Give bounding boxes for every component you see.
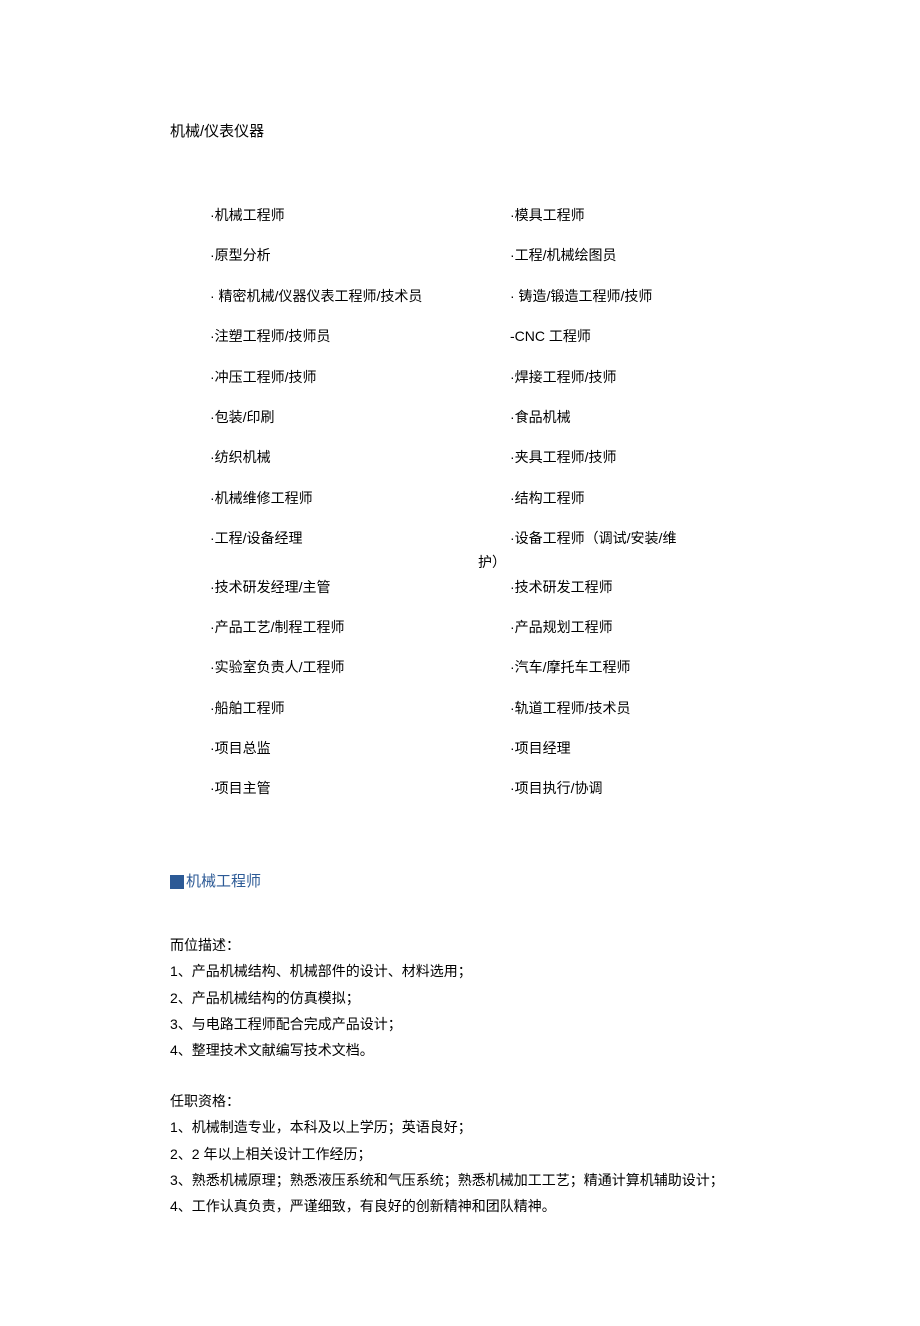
job-item: -CNC 工程师 [510, 325, 750, 347]
job-item: ·汽车/摩托车工程师 [510, 656, 750, 678]
job-item: ·工程/机械绘图员 [510, 244, 750, 266]
job-item: ·结构工程师 [510, 487, 750, 509]
job-row: ·技术研发经理/主管 ·技术研发工程师 [210, 576, 750, 598]
job-item-continuation: 护） [478, 551, 506, 573]
job-row: ·工程/设备经理 ·设备工程师（调试/安装/维 护） [210, 527, 750, 549]
job-row: ·纺织机械 ·夹具工程师/技师 [210, 446, 750, 468]
job-item: ·原型分析 [210, 244, 510, 266]
job-row: ·冲压工程师/技师 ·焊接工程师/技师 [210, 366, 750, 388]
qualification-item: 2、2 年以上相关设计工作经历； [170, 1143, 750, 1165]
job-row: ·机械维修工程师 ·结构工程师 [210, 487, 750, 509]
section-title: 机械工程师 [186, 870, 261, 894]
description-item: 3、与电路工程师配合完成产品设计； [170, 1013, 750, 1035]
section-marker-icon [170, 875, 184, 889]
job-item: ·设备工程师（调试/安装/维 [510, 527, 750, 549]
page-title: 机械/仪表仪器 [170, 120, 750, 144]
job-item: ·冲压工程师/技师 [210, 366, 510, 388]
job-row: ·实验室负责人/工程师 ·汽车/摩托车工程师 [210, 656, 750, 678]
job-row: ·项目主管 ·项目执行/协调 [210, 777, 750, 799]
qualification-item: 4、工作认真负责，严谨细致，有良好的创新精神和团队精神。 [170, 1195, 750, 1217]
job-row: · 精密机械/仪器仪表工程师/技术员 · 铸造/锻造工程师/技师 [210, 285, 750, 307]
job-item: ·产品规划工程师 [510, 616, 750, 638]
job-item: ·项目主管 [210, 777, 510, 799]
job-item: ·工程/设备经理 [210, 527, 510, 549]
job-item: · 精密机械/仪器仪表工程师/技术员 [210, 285, 510, 307]
qualification-label: 任职资格： [170, 1090, 750, 1112]
job-item: ·模具工程师 [510, 204, 750, 226]
job-item: ·项目经理 [510, 737, 750, 759]
job-row: ·原型分析 ·工程/机械绘图员 [210, 244, 750, 266]
job-row: ·注塑工程师/技师员 -CNC 工程师 [210, 325, 750, 347]
job-item: ·注塑工程师/技师员 [210, 325, 510, 347]
description-item: 1、产品机械结构、机械部件的设计、材料选用； [170, 960, 750, 982]
job-item: ·机械维修工程师 [210, 487, 510, 509]
job-row: ·项目总监 ·项目经理 [210, 737, 750, 759]
job-item: ·产品工艺/制程工程师 [210, 616, 510, 638]
job-list-grid: ·机械工程师 ·模具工程师 ·原型分析 ·工程/机械绘图员 · 精密机械/仪器仪… [210, 204, 750, 800]
job-row: ·产品工艺/制程工程师 ·产品规划工程师 [210, 616, 750, 638]
job-row: ·船舶工程师 ·轨道工程师/技术员 [210, 697, 750, 719]
job-row: ·机械工程师 ·模具工程师 [210, 204, 750, 226]
job-item: ·轨道工程师/技术员 [510, 697, 750, 719]
description-item: 4、整理技术文献编写技术文档。 [170, 1039, 750, 1061]
job-item: ·夹具工程师/技师 [510, 446, 750, 468]
qualification-item: 3、熟悉机械原理；熟悉液压系统和气压系统；熟悉机械加工工艺；精通计算机辅助设计； [170, 1169, 750, 1191]
job-item: ·纺织机械 [210, 446, 510, 468]
section-header: 机械工程师 [170, 870, 750, 894]
job-item: ·实验室负责人/工程师 [210, 656, 510, 678]
job-item: ·项目总监 [210, 737, 510, 759]
description-label: 而位描述： [170, 934, 750, 956]
job-item: ·食品机械 [510, 406, 750, 428]
job-item: ·焊接工程师/技师 [510, 366, 750, 388]
qualification-block: 任职资格： 1、机械制造专业，本科及以上学历；英语良好； 2、2 年以上相关设计… [170, 1090, 750, 1218]
job-item: ·包装/印刷 [210, 406, 510, 428]
job-row: ·包装/印刷 ·食品机械 [210, 406, 750, 428]
job-item: ·机械工程师 [210, 204, 510, 226]
job-item: · 铸造/锻造工程师/技师 [510, 285, 750, 307]
job-item: ·技术研发工程师 [510, 576, 750, 598]
job-item: ·船舶工程师 [210, 697, 510, 719]
job-item: ·项目执行/协调 [510, 777, 750, 799]
qualification-item: 1、机械制造专业，本科及以上学历；英语良好； [170, 1116, 750, 1138]
job-description-block: 而位描述： 1、产品机械结构、机械部件的设计、材料选用； 2、产品机械结构的仿真… [170, 934, 750, 1062]
description-item: 2、产品机械结构的仿真模拟； [170, 987, 750, 1009]
job-item: ·技术研发经理/主管 [210, 576, 510, 598]
